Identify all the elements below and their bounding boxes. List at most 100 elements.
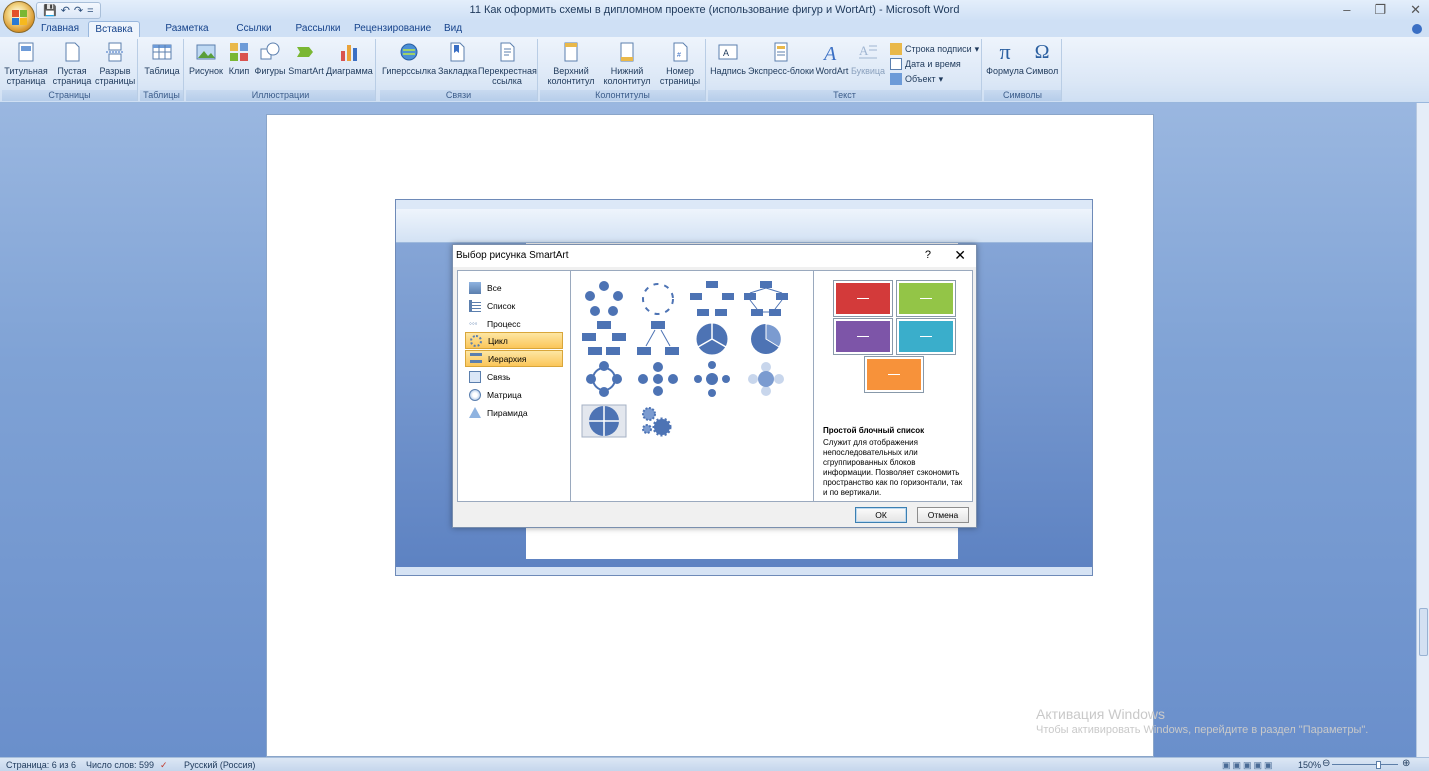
textbox-button[interactable]: A Надпись xyxy=(710,41,746,76)
preview-pane: Простой блочный список Служит для отобра… xyxy=(814,271,972,501)
category-list-item[interactable]: Список xyxy=(465,297,563,314)
category-hierarchy[interactable]: Иерархия xyxy=(465,350,563,367)
segmented-cycle-layout[interactable] xyxy=(689,319,735,359)
pi-icon: π xyxy=(999,39,1011,64)
hyperlink-button[interactable]: Гиперссылка xyxy=(382,41,436,76)
clip-button[interactable]: Клип xyxy=(226,41,252,76)
text-cycle-layout[interactable] xyxy=(635,279,681,319)
cancel-button[interactable]: Отмена xyxy=(917,507,969,523)
scrollbar-thumb[interactable] xyxy=(1419,608,1428,656)
restore-icon[interactable]: ❐ xyxy=(1374,2,1386,18)
chart-icon xyxy=(341,45,357,61)
tab-review[interactable]: Рецензирование xyxy=(354,21,431,37)
category-relationship[interactable]: Связь xyxy=(465,368,563,385)
category-process[interactable]: ◦◦◦ Процесс xyxy=(465,315,563,332)
group-text-label: Текст xyxy=(708,90,981,101)
zoom-out-icon[interactable]: ⊖ xyxy=(1322,758,1330,769)
process-icon: ◦◦◦ xyxy=(469,318,478,328)
minimize-icon[interactable]: – xyxy=(1343,2,1350,18)
gear-cross-layout[interactable] xyxy=(635,359,681,399)
preview-block-3 xyxy=(834,319,892,354)
crossref-button[interactable]: Перекрестная ссылка xyxy=(478,41,537,86)
category-matrix[interactable]: Матрица xyxy=(465,386,563,403)
category-cycle[interactable]: Цикл xyxy=(465,332,563,349)
symbol-button[interactable]: Ω Символ xyxy=(1024,41,1060,76)
tab-mailings[interactable]: Рассылки xyxy=(294,21,342,37)
group-tables: Таблица Таблицы xyxy=(140,39,184,101)
bookmark-button[interactable]: Закладка xyxy=(438,41,477,76)
group-links-label: Связи xyxy=(380,90,537,101)
group-text: A Надпись Экспресс-блоки A WordArt A Бук… xyxy=(708,39,982,101)
page-counter[interactable]: Страница: 6 из 6 xyxy=(6,760,76,770)
cycle-matrix-layout[interactable] xyxy=(581,401,627,441)
diverging-radial-layout[interactable] xyxy=(689,359,735,399)
list-icon xyxy=(469,299,481,312)
language-indicator[interactable]: Русский (Россия) xyxy=(184,760,255,770)
spellcheck-icon[interactable]: ✓ xyxy=(160,760,168,771)
gear-layout[interactable] xyxy=(635,401,681,441)
close-icon[interactable]: ✕ xyxy=(954,247,966,264)
header-icon xyxy=(564,42,578,62)
office-button[interactable] xyxy=(3,1,35,33)
category-list: Все Список ◦◦◦ Процесс Цикл Иерархия Связ… xyxy=(458,271,571,501)
view-buttons-icon[interactable]: ▣▣▣▣▣ xyxy=(1222,760,1275,771)
hierarchy-icon xyxy=(470,352,482,365)
category-pyramid[interactable]: Пирамида xyxy=(465,404,563,421)
vertical-scrollbar[interactable] xyxy=(1416,103,1429,757)
datetime-button[interactable]: Дата и время xyxy=(890,58,961,70)
help-icon[interactable] xyxy=(1412,24,1422,34)
table-button[interactable]: Таблица xyxy=(142,41,182,76)
dialog-body: Все Список ◦◦◦ Процесс Цикл Иерархия Связ… xyxy=(457,270,973,502)
header-button[interactable]: Верхний колонтитул xyxy=(542,41,600,86)
pie-cycle-layout[interactable] xyxy=(743,319,789,359)
group-illustrations: Рисунок Клип Фигуры SmartArt Диаграмма И… xyxy=(186,39,376,101)
group-illustrations-label: Иллюстрации xyxy=(186,90,375,101)
embedded-status-bar xyxy=(396,567,1092,575)
calendar-icon xyxy=(890,58,902,70)
page-number-button[interactable]: # Номер страницы xyxy=(656,41,704,86)
wordart-button[interactable]: A WordArt xyxy=(814,41,850,76)
shapes-button[interactable]: Фигуры xyxy=(254,41,286,76)
tab-home[interactable]: Главная xyxy=(36,21,84,37)
title-bar: 💾 ↶ ↷ = 11 Как оформить схемы в дипломно… xyxy=(0,0,1429,21)
quickparts-button[interactable]: Экспресс-блоки xyxy=(748,41,814,76)
chart-button[interactable]: Диаграмма xyxy=(326,41,373,76)
tab-page-layout[interactable]: Разметка страницы xyxy=(144,21,230,50)
title-page-button[interactable]: Титульная страница xyxy=(4,41,48,86)
category-all[interactable]: Все xyxy=(465,279,563,296)
ribbon-tabs: Главная Вставка Разметка страницы Ссылки… xyxy=(0,21,1429,50)
tab-view[interactable]: Вид xyxy=(440,21,466,37)
tab-insert[interactable]: Вставка xyxy=(88,21,140,37)
hierarchy-cycle-layout[interactable] xyxy=(581,359,627,399)
relationship-icon xyxy=(469,370,481,383)
zoom-in-icon[interactable]: ⊕ xyxy=(1402,758,1410,769)
ok-button[interactable]: ОК xyxy=(855,507,907,523)
radial-cycle-layout[interactable] xyxy=(635,319,681,359)
object-button[interactable]: Объект ▾ xyxy=(890,73,943,85)
continuous-cycle-layout[interactable] xyxy=(581,319,627,359)
equation-button[interactable]: π Формула xyxy=(986,39,1024,77)
dropcap-button[interactable]: A Буквица xyxy=(850,41,886,76)
zoom-thumb[interactable] xyxy=(1376,761,1381,769)
word-count[interactable]: Число слов: 599 xyxy=(86,760,154,770)
footer-button[interactable]: Нижний колонтитул xyxy=(600,41,654,86)
preview-description: Служит для отображения непоследовательны… xyxy=(823,438,963,497)
hyperlink-icon xyxy=(400,43,418,61)
blank-page-button[interactable]: Пустая страница xyxy=(52,41,92,86)
page-break-button[interactable]: Разрыв страницы xyxy=(95,41,135,86)
zoom-slider[interactable]: ⊖ ⊕ xyxy=(1318,758,1413,769)
nondirectional-cycle-layout[interactable] xyxy=(743,279,789,319)
close-icon[interactable]: ✕ xyxy=(1410,2,1421,18)
bookmark-icon xyxy=(450,42,465,62)
shapes-icon xyxy=(260,42,280,60)
smartart-button[interactable]: SmartArt xyxy=(288,41,324,76)
picture-button[interactable]: Рисунок xyxy=(188,41,224,76)
signature-line-button[interactable]: Строка подписи ▾ xyxy=(890,43,979,55)
basic-cycle-layout[interactable] xyxy=(581,279,627,319)
help-icon[interactable]: ? xyxy=(925,249,931,261)
radial-venn-layout[interactable] xyxy=(743,359,789,399)
window-title: 11 Как оформить схемы в дипломном проект… xyxy=(469,4,960,16)
tab-references[interactable]: Ссылки xyxy=(232,21,276,37)
textbox-icon: A xyxy=(718,44,738,60)
block-cycle-layout[interactable] xyxy=(689,279,735,319)
